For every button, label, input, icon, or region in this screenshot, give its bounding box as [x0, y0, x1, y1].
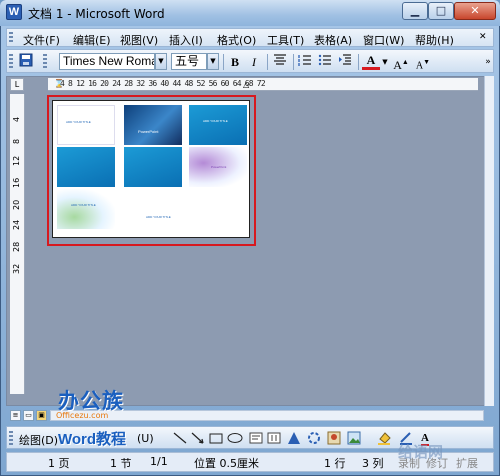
menu-window[interactable]: 窗口(W): [363, 32, 404, 48]
textbox-icon[interactable]: [249, 432, 263, 444]
watermark-word-tutorial: Word教程: [58, 431, 127, 448]
minimize-button[interactable]: ▁: [402, 2, 428, 20]
watermark-url: Officezu.com: [56, 411, 109, 420]
status-section: 1 节: [110, 457, 132, 470]
chevron-down-icon[interactable]: ▼: [155, 53, 167, 70]
vertical-ruler-mark: 12: [12, 155, 21, 166]
word-app-icon[interactable]: W: [6, 4, 22, 20]
menu-tools[interactable]: 工具(T): [267, 32, 304, 48]
status-position: 位置 0.5厘米: [194, 457, 259, 470]
toolbar-separator: [293, 54, 294, 70]
toolbar-separator: [358, 54, 359, 70]
rectangle-icon[interactable]: [209, 432, 223, 444]
toolbar-options-icon[interactable]: »: [479, 53, 497, 71]
arrow-icon[interactable]: [191, 432, 205, 444]
line-icon[interactable]: [173, 432, 187, 444]
window-title: 文档 1 - Microsoft Word: [28, 7, 165, 21]
grow-font-button[interactable]: A▲: [392, 53, 410, 72]
align-center-icon[interactable]: [271, 53, 289, 71]
view-buttons: ≡ ▭ ▣: [10, 410, 50, 421]
normal-view-icon[interactable]: ≡: [10, 410, 21, 421]
autoshape-menu-button[interactable]: (U): [137, 432, 154, 445]
vertical-ruler-mark: 24: [12, 219, 21, 230]
horizontal-ruler-marks: 4 8 12 16 20 24 28 32 36 40 44 48 52 56 …: [60, 79, 266, 88]
grow-font-label: A: [393, 58, 402, 72]
fill-color-icon[interactable]: [377, 431, 391, 445]
bold-button[interactable]: B: [226, 53, 244, 71]
menu-bar: 文件(F) 编辑(E) 视图(V) 插入(I) 格式(O) 工具(T) 表格(A…: [6, 28, 494, 47]
font-name-combo[interactable]: Times New Roman: [59, 53, 155, 70]
chevron-down-icon[interactable]: ▼: [207, 53, 219, 70]
toolbar-gripper-icon[interactable]: [9, 431, 13, 445]
menu-help[interactable]: 帮助(H): [415, 32, 454, 48]
selection-highlight-box: [47, 95, 256, 246]
vertical-ruler-mark: 8: [12, 138, 21, 144]
status-page-of: 1/1: [150, 455, 168, 468]
toolbar-separator: [267, 54, 268, 70]
menu-insert[interactable]: 插入(I): [169, 32, 203, 48]
menu-edit[interactable]: 编辑(E): [73, 32, 111, 48]
numbered-list-icon[interactable]: [296, 53, 314, 71]
clipart-icon[interactable]: [327, 431, 341, 445]
save-icon[interactable]: [17, 53, 35, 71]
vertical-scrollbar[interactable]: [484, 76, 494, 406]
menu-format[interactable]: 格式(O): [217, 32, 256, 48]
vertical-ruler-mark: 4: [12, 116, 21, 122]
print-view-icon[interactable]: ▣: [36, 410, 47, 421]
oval-icon[interactable]: [227, 432, 243, 444]
status-page: 1 页: [48, 457, 70, 470]
tab-selector[interactable]: L: [10, 78, 24, 91]
picture-icon[interactable]: [347, 431, 361, 445]
draw-menu-button[interactable]: 绘图(D): [19, 432, 58, 448]
web-view-icon[interactable]: ▭: [23, 410, 34, 421]
menubar-gripper-icon[interactable]: [9, 32, 13, 44]
wordart-icon[interactable]: [287, 431, 301, 445]
watermark-right: 给语网: [398, 443, 444, 461]
format-toolbar: Times New Roman ▼ 五号 ▼ B I A ▼ A▲ A▼ »: [6, 49, 494, 73]
menu-table[interactable]: 表格(A): [314, 32, 352, 48]
status-extend[interactable]: 扩展: [456, 455, 478, 471]
shrink-font-button[interactable]: A▼: [414, 53, 432, 71]
toolbar-gripper-icon[interactable]: [43, 54, 47, 69]
font-size-combo[interactable]: 五号: [171, 53, 207, 70]
status-line: 1 行: [324, 457, 346, 470]
bullet-list-icon[interactable]: [316, 53, 334, 71]
vertical-ruler-mark: 28: [12, 241, 21, 252]
vertical-ruler-mark: 16: [12, 177, 21, 188]
close-button[interactable]: ✕: [454, 2, 496, 20]
indent-icon[interactable]: [336, 53, 354, 71]
right-indent-marker-icon[interactable]: △: [243, 80, 249, 89]
status-column: 3 列: [362, 457, 384, 470]
italic-button[interactable]: I: [245, 53, 263, 71]
vertical-textbox-icon[interactable]: [267, 432, 281, 444]
menubar-close-icon[interactable]: ✕: [479, 32, 487, 42]
maximize-button[interactable]: □: [428, 2, 454, 20]
menu-view[interactable]: 视图(V): [120, 32, 158, 48]
menu-file[interactable]: 文件(F): [23, 32, 60, 48]
diagram-icon[interactable]: [307, 431, 321, 445]
toolbar-separator: [223, 54, 224, 70]
chevron-down-icon[interactable]: ▼: [380, 53, 390, 71]
vertical-ruler-mark: 32: [12, 263, 21, 274]
font-color-button[interactable]: A: [362, 53, 380, 70]
vertical-ruler-mark: 20: [12, 199, 21, 210]
toolbar-gripper-icon[interactable]: [9, 54, 13, 69]
